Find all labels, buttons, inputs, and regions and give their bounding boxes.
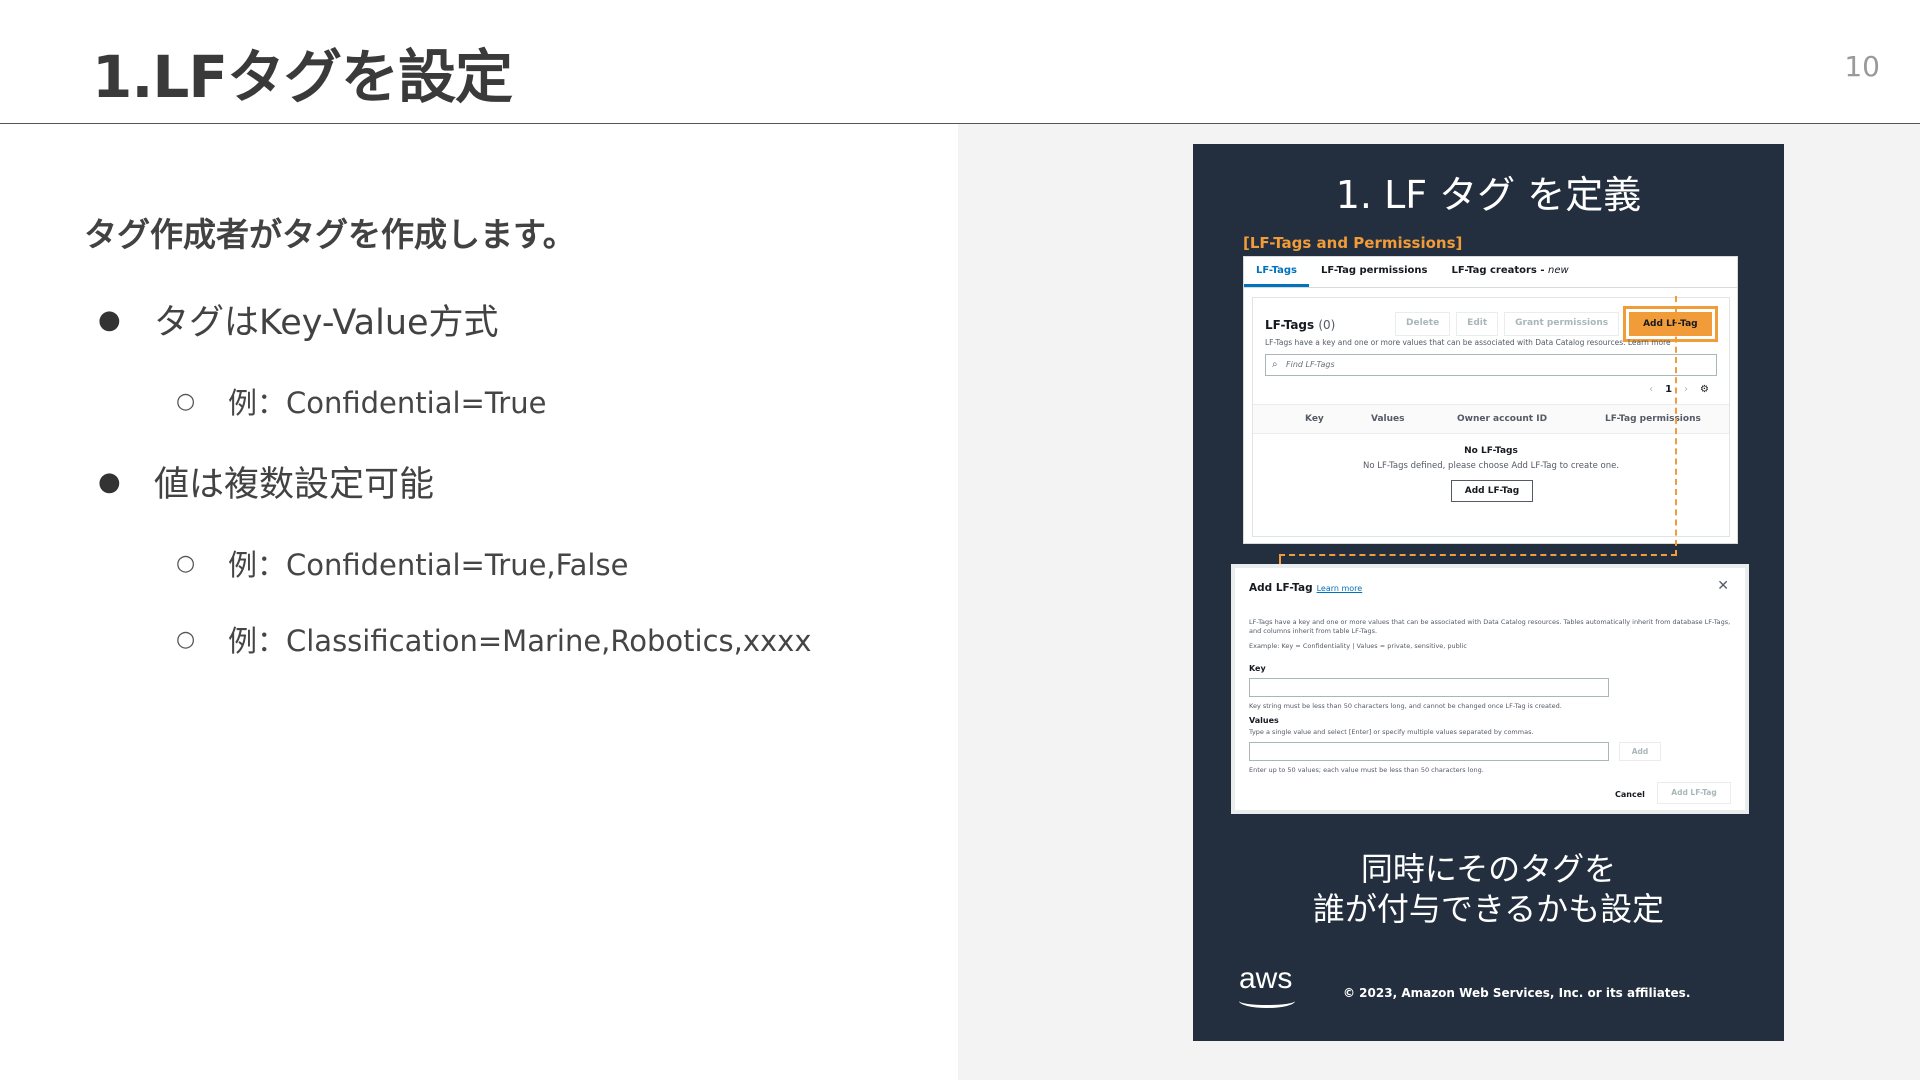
lf-tags-count: (0) xyxy=(1318,318,1336,332)
edit-button[interactable]: Edit xyxy=(1456,312,1499,336)
empty-state-title: No LF-Tags xyxy=(1464,446,1518,456)
submit-add-lf-tag-button[interactable]: Add LF-Tag xyxy=(1657,782,1731,804)
search-placeholder: Find LF-Tags xyxy=(1286,360,1335,369)
bullet-1: ● タグはKey-Value方式 xyxy=(98,294,499,345)
modal-description: LF-Tags have a key and one or more value… xyxy=(1249,618,1731,635)
modal-title-text: Add LF-Tag xyxy=(1249,582,1313,594)
key-hint: Key string must be less than 50 characte… xyxy=(1249,702,1562,710)
add-lf-tag-button[interactable]: Add LF-Tag xyxy=(1623,306,1718,342)
lf-tags-heading-text: LF-Tags xyxy=(1265,318,1315,332)
column-owner-account-id[interactable]: Owner account ID xyxy=(1457,414,1547,424)
sub-bullet-2-2: ○ 例：Classification=Marine,Robotics,xxxx xyxy=(176,618,811,660)
figure-card: 1. LF タグ を定義 [LF-Tags and Permissions] L… xyxy=(1193,144,1784,1041)
next-page-icon[interactable]: › xyxy=(1684,384,1688,395)
sub-bullet-1-1-text: 例：Confidential=True xyxy=(228,386,547,420)
bullet-2-text: 値は複数設定可能 xyxy=(154,465,435,505)
table-header: Key Values Owner account ID LF-Tag permi… xyxy=(1253,404,1729,434)
caption-line-1: 同時にそのタグを xyxy=(1360,850,1617,888)
console-tabs: LF-Tags LF-Tag permissions LF-Tag creato… xyxy=(1244,257,1737,288)
bullet-dot-icon: ● xyxy=(98,304,121,335)
column-lf-tag-permissions[interactable]: LF-Tag permissions xyxy=(1605,414,1701,424)
bullet-2: ● 値は複数設定可能 xyxy=(98,456,434,507)
copyright: © 2023, Amazon Web Services, Inc. or its… xyxy=(1343,986,1691,1000)
figure-title: 1. LF タグ を定義 xyxy=(1335,173,1642,217)
values-input[interactable] xyxy=(1249,742,1609,761)
values-label: Values xyxy=(1249,716,1279,725)
sub-bullet-1-1: ○ 例：Confidential=True xyxy=(176,380,546,422)
sub-bullet-circle-icon: ○ xyxy=(176,388,196,414)
column-values[interactable]: Values xyxy=(1371,414,1405,424)
values-limit-hint: Enter up to 50 values; each value must b… xyxy=(1249,766,1484,774)
page-number: 10 xyxy=(1844,50,1880,83)
lf-tags-panel: LF-Tags (0) Delete Edit Grant permission… xyxy=(1252,297,1730,537)
sub-bullet-circle-icon: ○ xyxy=(176,626,196,652)
column-key[interactable]: Key xyxy=(1305,414,1324,424)
caption-line-2: 誰が付与できるかも設定 xyxy=(1312,890,1665,928)
delete-button[interactable]: Delete xyxy=(1395,312,1451,336)
tab-new-badge: new xyxy=(1548,265,1569,276)
tab-lf-tags[interactable]: LF-Tags xyxy=(1244,257,1309,287)
values-hint: Type a single value and select [Enter] o… xyxy=(1249,728,1534,736)
section-label: [LF-Tags and Permissions] xyxy=(1243,234,1463,252)
lead-text: タグ作成者がタグを作成します。 xyxy=(84,215,576,254)
add-value-button[interactable]: Add xyxy=(1619,742,1661,761)
action-buttons: Delete Edit Grant permissions Add LF-Tag xyxy=(1395,306,1718,342)
figure-caption: 同時にそのタグを 誰が付与できるかも設定 xyxy=(1193,849,1784,929)
sub-bullet-2-1-text: 例：Confidential=True,False xyxy=(228,548,629,582)
grant-permissions-button[interactable]: Grant permissions xyxy=(1504,312,1620,336)
key-label: Key xyxy=(1249,664,1266,673)
tab-lf-tag-creators[interactable]: LF-Tag creators - new xyxy=(1439,257,1580,287)
cancel-button[interactable]: Cancel xyxy=(1615,790,1645,799)
bullet-1-text: タグはKey-Value方式 xyxy=(154,303,499,343)
search-icon: ⌕ xyxy=(1272,359,1278,370)
add-lf-tag-modal: Add LF-Tag Learn more ✕ LF-Tags have a ke… xyxy=(1231,564,1749,814)
key-input[interactable] xyxy=(1249,678,1609,697)
modal-example: Example: Key = Confidentiality | Values … xyxy=(1249,642,1467,650)
sub-bullet-circle-icon: ○ xyxy=(176,550,196,576)
settings-gear-icon[interactable]: ⚙ xyxy=(1700,384,1709,395)
modal-title: Add LF-Tag Learn more xyxy=(1249,582,1362,594)
empty-add-lf-tag-button[interactable]: Add LF-Tag xyxy=(1451,480,1533,502)
lf-tags-heading: LF-Tags (0) xyxy=(1265,318,1335,332)
console-screenshot: LF-Tags LF-Tag permissions LF-Tag creato… xyxy=(1243,256,1738,544)
current-page[interactable]: 1 xyxy=(1665,384,1672,395)
aws-logo: aws xyxy=(1239,962,1293,995)
search-input[interactable]: ⌕ Find LF-Tags xyxy=(1265,354,1717,376)
tab-lf-tag-creators-label: LF-Tag creators - xyxy=(1451,265,1549,276)
connector-horizontal xyxy=(1279,554,1677,556)
slide-title: 1.LFタグを設定 xyxy=(92,43,513,111)
tab-lf-tag-permissions[interactable]: LF-Tag permissions xyxy=(1309,257,1440,287)
pagination: ‹ 1 › ⚙ xyxy=(1649,384,1709,395)
sub-bullet-2-1: ○ 例：Confidential=True,False xyxy=(176,542,628,584)
lf-tags-description: LF-Tags have a key and one or more value… xyxy=(1265,338,1671,347)
bullet-dot-icon: ● xyxy=(98,466,121,497)
prev-page-icon[interactable]: ‹ xyxy=(1649,384,1653,395)
learn-more-link[interactable]: Learn more xyxy=(1317,584,1363,593)
empty-state-description: No LF-Tags defined, please choose Add LF… xyxy=(1362,461,1620,471)
sub-bullet-2-2-text: 例：Classification=Marine,Robotics,xxxx xyxy=(228,624,812,658)
aws-smile-icon xyxy=(1239,994,1295,1008)
close-icon[interactable]: ✕ xyxy=(1717,578,1729,594)
connector-vertical xyxy=(1675,296,1677,556)
